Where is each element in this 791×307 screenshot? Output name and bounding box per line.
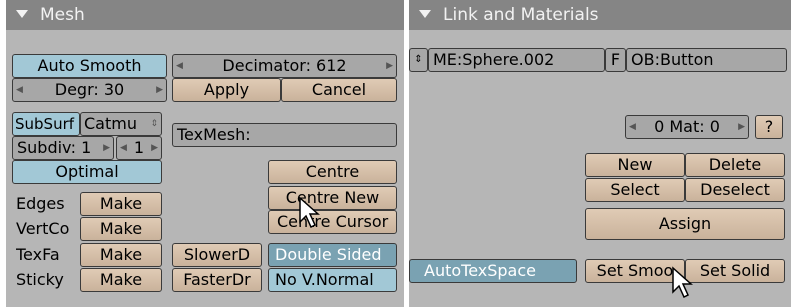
browse-updown-icon: ⇕ xyxy=(414,54,423,65)
subsurf-type-value: Catmu xyxy=(84,114,137,133)
subdiv-render-field[interactable]: ◀ 1 ▶ xyxy=(116,136,162,160)
double-sided-toggle[interactable]: Double Sided xyxy=(268,243,397,267)
cancel-button[interactable]: Cancel xyxy=(281,78,397,102)
no-v-normal-toggle[interactable]: No V.Normal xyxy=(268,268,397,292)
menu-updown-icon: ⇕ xyxy=(150,119,158,129)
slower-draw-button[interactable]: SlowerD xyxy=(172,243,262,267)
select-material-button[interactable]: Select xyxy=(585,178,685,202)
link-materials-title: Link and Materials xyxy=(443,5,599,25)
material-index-value: 0 Mat: 0 xyxy=(654,117,720,136)
centre-cursor-button[interactable]: Centre Cursor xyxy=(268,210,397,234)
centre-new-button[interactable]: Centre New xyxy=(268,186,397,210)
subsurf-type-menu[interactable]: Catmu ⇕ xyxy=(80,112,162,136)
mouse-pointer-icon xyxy=(299,196,320,229)
object-name-field[interactable]: OB:Button xyxy=(626,48,787,72)
decimator-number-field[interactable]: ◀ Decimator: 612 ▶ xyxy=(172,54,397,78)
sticky-make-button[interactable]: Make xyxy=(80,268,162,292)
assign-material-button[interactable]: Assign xyxy=(585,208,785,240)
mesh-panel-title: Mesh xyxy=(40,5,85,25)
delete-material-button[interactable]: Delete xyxy=(685,153,785,177)
material-help-button[interactable]: ? xyxy=(755,115,783,139)
increment-arrow-icon[interactable]: ▶ xyxy=(151,137,158,159)
mesh-panel-header[interactable]: Mesh xyxy=(6,0,404,30)
optimal-toggle[interactable]: Optimal xyxy=(12,160,162,184)
decrement-arrow-icon[interactable]: ◀ xyxy=(16,79,23,101)
mesh-browse-button[interactable]: ⇕ xyxy=(409,48,428,72)
subdiv-value: Subdiv: 1 xyxy=(17,138,92,157)
decrement-arrow-icon[interactable]: ◀ xyxy=(629,116,636,138)
increment-arrow-icon[interactable]: ▶ xyxy=(103,137,110,159)
subsurf-toggle[interactable]: SubSurf xyxy=(12,112,80,136)
edges-make-button[interactable]: Make xyxy=(80,192,162,216)
subdiv-number-field[interactable]: Subdiv: 1 ▶ xyxy=(12,136,114,160)
sticky-label: Sticky xyxy=(16,270,64,289)
decimator-value: Decimator: 612 xyxy=(222,56,347,75)
degr-number-field[interactable]: ◀ Degr: 30 ▶ xyxy=(12,78,167,102)
mesh-name-field[interactable]: ME:Sphere.002 xyxy=(428,48,605,72)
decrement-arrow-icon[interactable]: ◀ xyxy=(120,137,127,159)
autotexspace-toggle[interactable]: AutoTexSpace xyxy=(409,259,577,283)
decrement-arrow-icon[interactable]: ◀ xyxy=(176,55,183,77)
collapse-triangle-icon[interactable] xyxy=(16,10,28,18)
mouse-pointer-icon xyxy=(672,266,693,299)
auto-smooth-toggle[interactable]: Auto Smooth xyxy=(12,54,167,78)
edges-label: Edges xyxy=(16,194,65,213)
mesh-panel: Mesh Auto Smooth ◀ Degr: 30 ▶ ◀ Decimato… xyxy=(6,0,404,307)
apply-button[interactable]: Apply xyxy=(172,78,281,102)
fake-user-button[interactable]: F xyxy=(605,48,626,72)
new-material-button[interactable]: New xyxy=(585,153,685,177)
vertcol-make-button[interactable]: Make xyxy=(80,217,162,241)
increment-arrow-icon[interactable]: ▶ xyxy=(156,79,163,101)
set-smooth-button[interactable]: Set Smoo xyxy=(585,259,685,283)
degr-value: Degr: 30 xyxy=(54,80,125,99)
texface-label: TexFa xyxy=(16,245,60,264)
set-solid-button[interactable]: Set Solid xyxy=(685,259,785,283)
vertcol-label: VertCo xyxy=(16,219,70,238)
increment-arrow-icon[interactable]: ▶ xyxy=(738,116,745,138)
collapse-triangle-icon[interactable] xyxy=(419,10,431,18)
link-materials-header[interactable]: Link and Materials xyxy=(409,0,791,30)
texface-make-button[interactable]: Make xyxy=(80,243,162,267)
link-materials-panel: Link and Materials ⇕ ME:Sphere.002 F OB:… xyxy=(409,0,791,307)
texmesh-field[interactable]: TexMesh: xyxy=(172,123,397,147)
faster-draw-button[interactable]: FasterDr xyxy=(172,268,262,292)
subdiv-render-value: 1 xyxy=(133,138,145,157)
material-index-field[interactable]: ◀ 0 Mat: 0 ▶ xyxy=(625,115,749,139)
centre-button[interactable]: Centre xyxy=(268,160,397,184)
deselect-material-button[interactable]: Deselect xyxy=(685,178,785,202)
increment-arrow-icon[interactable]: ▶ xyxy=(386,55,393,77)
